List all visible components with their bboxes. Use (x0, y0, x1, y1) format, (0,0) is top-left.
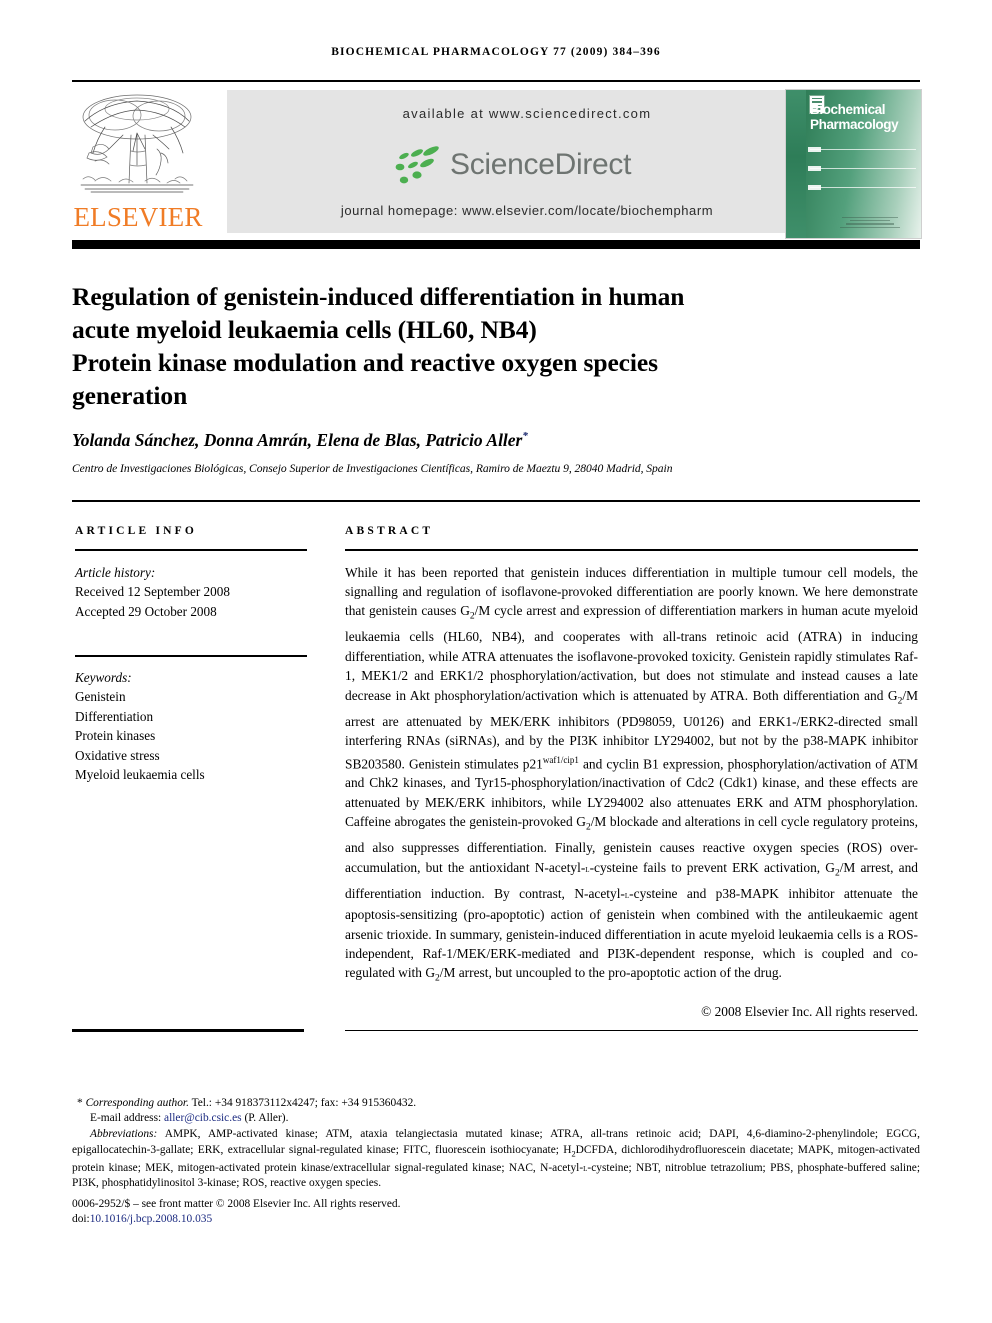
keyword-item: Differentiation (75, 708, 154, 724)
title-line-4: generation (72, 381, 188, 411)
cover-title-line2: Pharmacology (810, 117, 899, 132)
keyword-item: Genistein (75, 689, 126, 705)
corresponding-author-note: * Corresponding author. Tel.: +34 918373… (72, 1096, 920, 1111)
footer-rule-right (345, 1030, 918, 1032)
elsevier-wordmark: ELSEVIER (73, 202, 203, 232)
masthead-top-rule (72, 80, 920, 82)
elsevier-tree-icon (75, 91, 199, 199)
cover-spine (786, 90, 806, 238)
doi-label: doi: (72, 1212, 90, 1225)
article-received-date: Received 12 September 2008 (75, 584, 230, 600)
journal-homepage-text: journal homepage: www.elsevier.com/locat… (340, 203, 714, 218)
sciencedirect-logo: ScienceDirect (387, 144, 677, 190)
keyword-item: Oxidative stress (75, 747, 160, 763)
available-at-text: available at www.sciencedirect.com (402, 106, 652, 121)
sciencedirect-wordmark: ScienceDirect (450, 148, 632, 181)
title-line-2: acute myeloid leukaemia cells (HL60, NB4… (72, 315, 537, 345)
article-info-rule (75, 549, 307, 551)
cover-footer-mark (832, 215, 908, 230)
footnotes: * Corresponding author. Tel.: +34 918373… (72, 1096, 920, 1227)
cover-title-line1: Biochemical (810, 102, 886, 117)
content-top-rule (72, 500, 920, 502)
sciencedirect-leaf-icon (395, 146, 439, 184)
masthead: ELSEVIER available at www.sciencedirect.… (72, 89, 922, 239)
email-owner: (P. Aller). (244, 1112, 289, 1125)
article-info-column: ARTICLE INFO Article history: Received 1… (75, 525, 307, 785)
email-link[interactable]: aller@cib.csic.es (164, 1112, 242, 1124)
abbreviations-note: Abbreviations: AMPK, AMP-activated kinas… (72, 1127, 920, 1191)
title-line-3: Protein kinase modulation and reactive o… (72, 348, 658, 378)
abstract-column: ABSTRACT While it has been reported that… (345, 525, 918, 1020)
cover-rule-3 (810, 187, 916, 188)
keywords-block: Keywords: Genistein Differentiation Prot… (75, 668, 307, 785)
issn-frontmatter-line: 0006-2952/$ – see front matter © 2008 El… (72, 1197, 401, 1210)
article-history-block: Article history: Received 12 September 2… (75, 563, 307, 622)
cover-rule-1 (810, 149, 916, 150)
masthead-bottom-bar (72, 240, 920, 249)
abstract-sup-1: waf1/cip1 (542, 754, 579, 765)
keywords-rule (75, 655, 307, 657)
sciencedirect-banner: available at www.sciencedirect.com Scien (227, 90, 827, 233)
keyword-item: Protein kinases (75, 728, 156, 744)
email-label: E-mail address: (90, 1112, 162, 1125)
affiliation: Centro de Investigaciones Biológicas, Co… (72, 462, 673, 475)
abstract-rule (345, 549, 918, 551)
abstract-text: While it has been reported that genistei… (345, 563, 918, 990)
cover-journal-title: Biochemical Pharmacology (810, 102, 916, 132)
article-first-page: Biochemical Pharmacology 77 (2009) 384–3… (0, 0, 992, 1323)
footer-rule-left (72, 1029, 304, 1032)
article-info-heading: ARTICLE INFO (75, 525, 198, 537)
running-head: Biochemical Pharmacology 77 (2009) 384–3… (331, 46, 661, 58)
author-list: Yolanda Sánchez, Donna Amrán, Elena de B… (72, 430, 892, 451)
article-history-label: Article history: (75, 564, 156, 580)
corresponding-note-contact: Tel.: +34 918373112x4247; fax: +34 91536… (188, 1097, 417, 1109)
corresponding-author-marker: * (522, 430, 528, 443)
title-line-1: Regulation of genistein-induced differen… (72, 282, 685, 312)
corresponding-note-marker: * (77, 1097, 83, 1109)
cover-artwork: Biochemical Pharmacology (806, 90, 921, 238)
journal-cover-thumbnail: Biochemical Pharmacology (785, 89, 922, 239)
abstract-copyright: © 2008 Elsevier Inc. All rights reserved… (701, 1003, 918, 1019)
abstract-heading: ABSTRACT (345, 525, 434, 537)
email-note: E-mail address: aller@cib.csic.es (P. Al… (72, 1111, 920, 1126)
keywords-label: Keywords: (75, 669, 132, 685)
keyword-item: Myeloid leukaemia cells (75, 767, 205, 783)
article-accepted-date: Accepted 29 October 2008 (75, 603, 217, 619)
abbreviations-label: Abbreviations: (90, 1128, 158, 1141)
doi-line: doi:10.1016/j.bcp.2008.10.035 (72, 1212, 920, 1227)
abstract-part-6: -cysteine fails to prevent ERK activatio… (589, 859, 835, 875)
page-title: Regulation of genistein-induced differen… (72, 280, 892, 412)
corresponding-note-label: Corresponding author. (85, 1097, 189, 1109)
author-names: Yolanda Sánchez, Donna Amrán, Elena de B… (72, 430, 523, 450)
abstract-part-9: /M arrest, but uncoupled to the pro-apop… (439, 965, 782, 981)
doi-link[interactable]: 10.1016/j.bcp.2008.10.035 (90, 1213, 212, 1225)
elsevier-logo: ELSEVIER (72, 89, 204, 237)
cover-rule-2 (810, 168, 916, 169)
